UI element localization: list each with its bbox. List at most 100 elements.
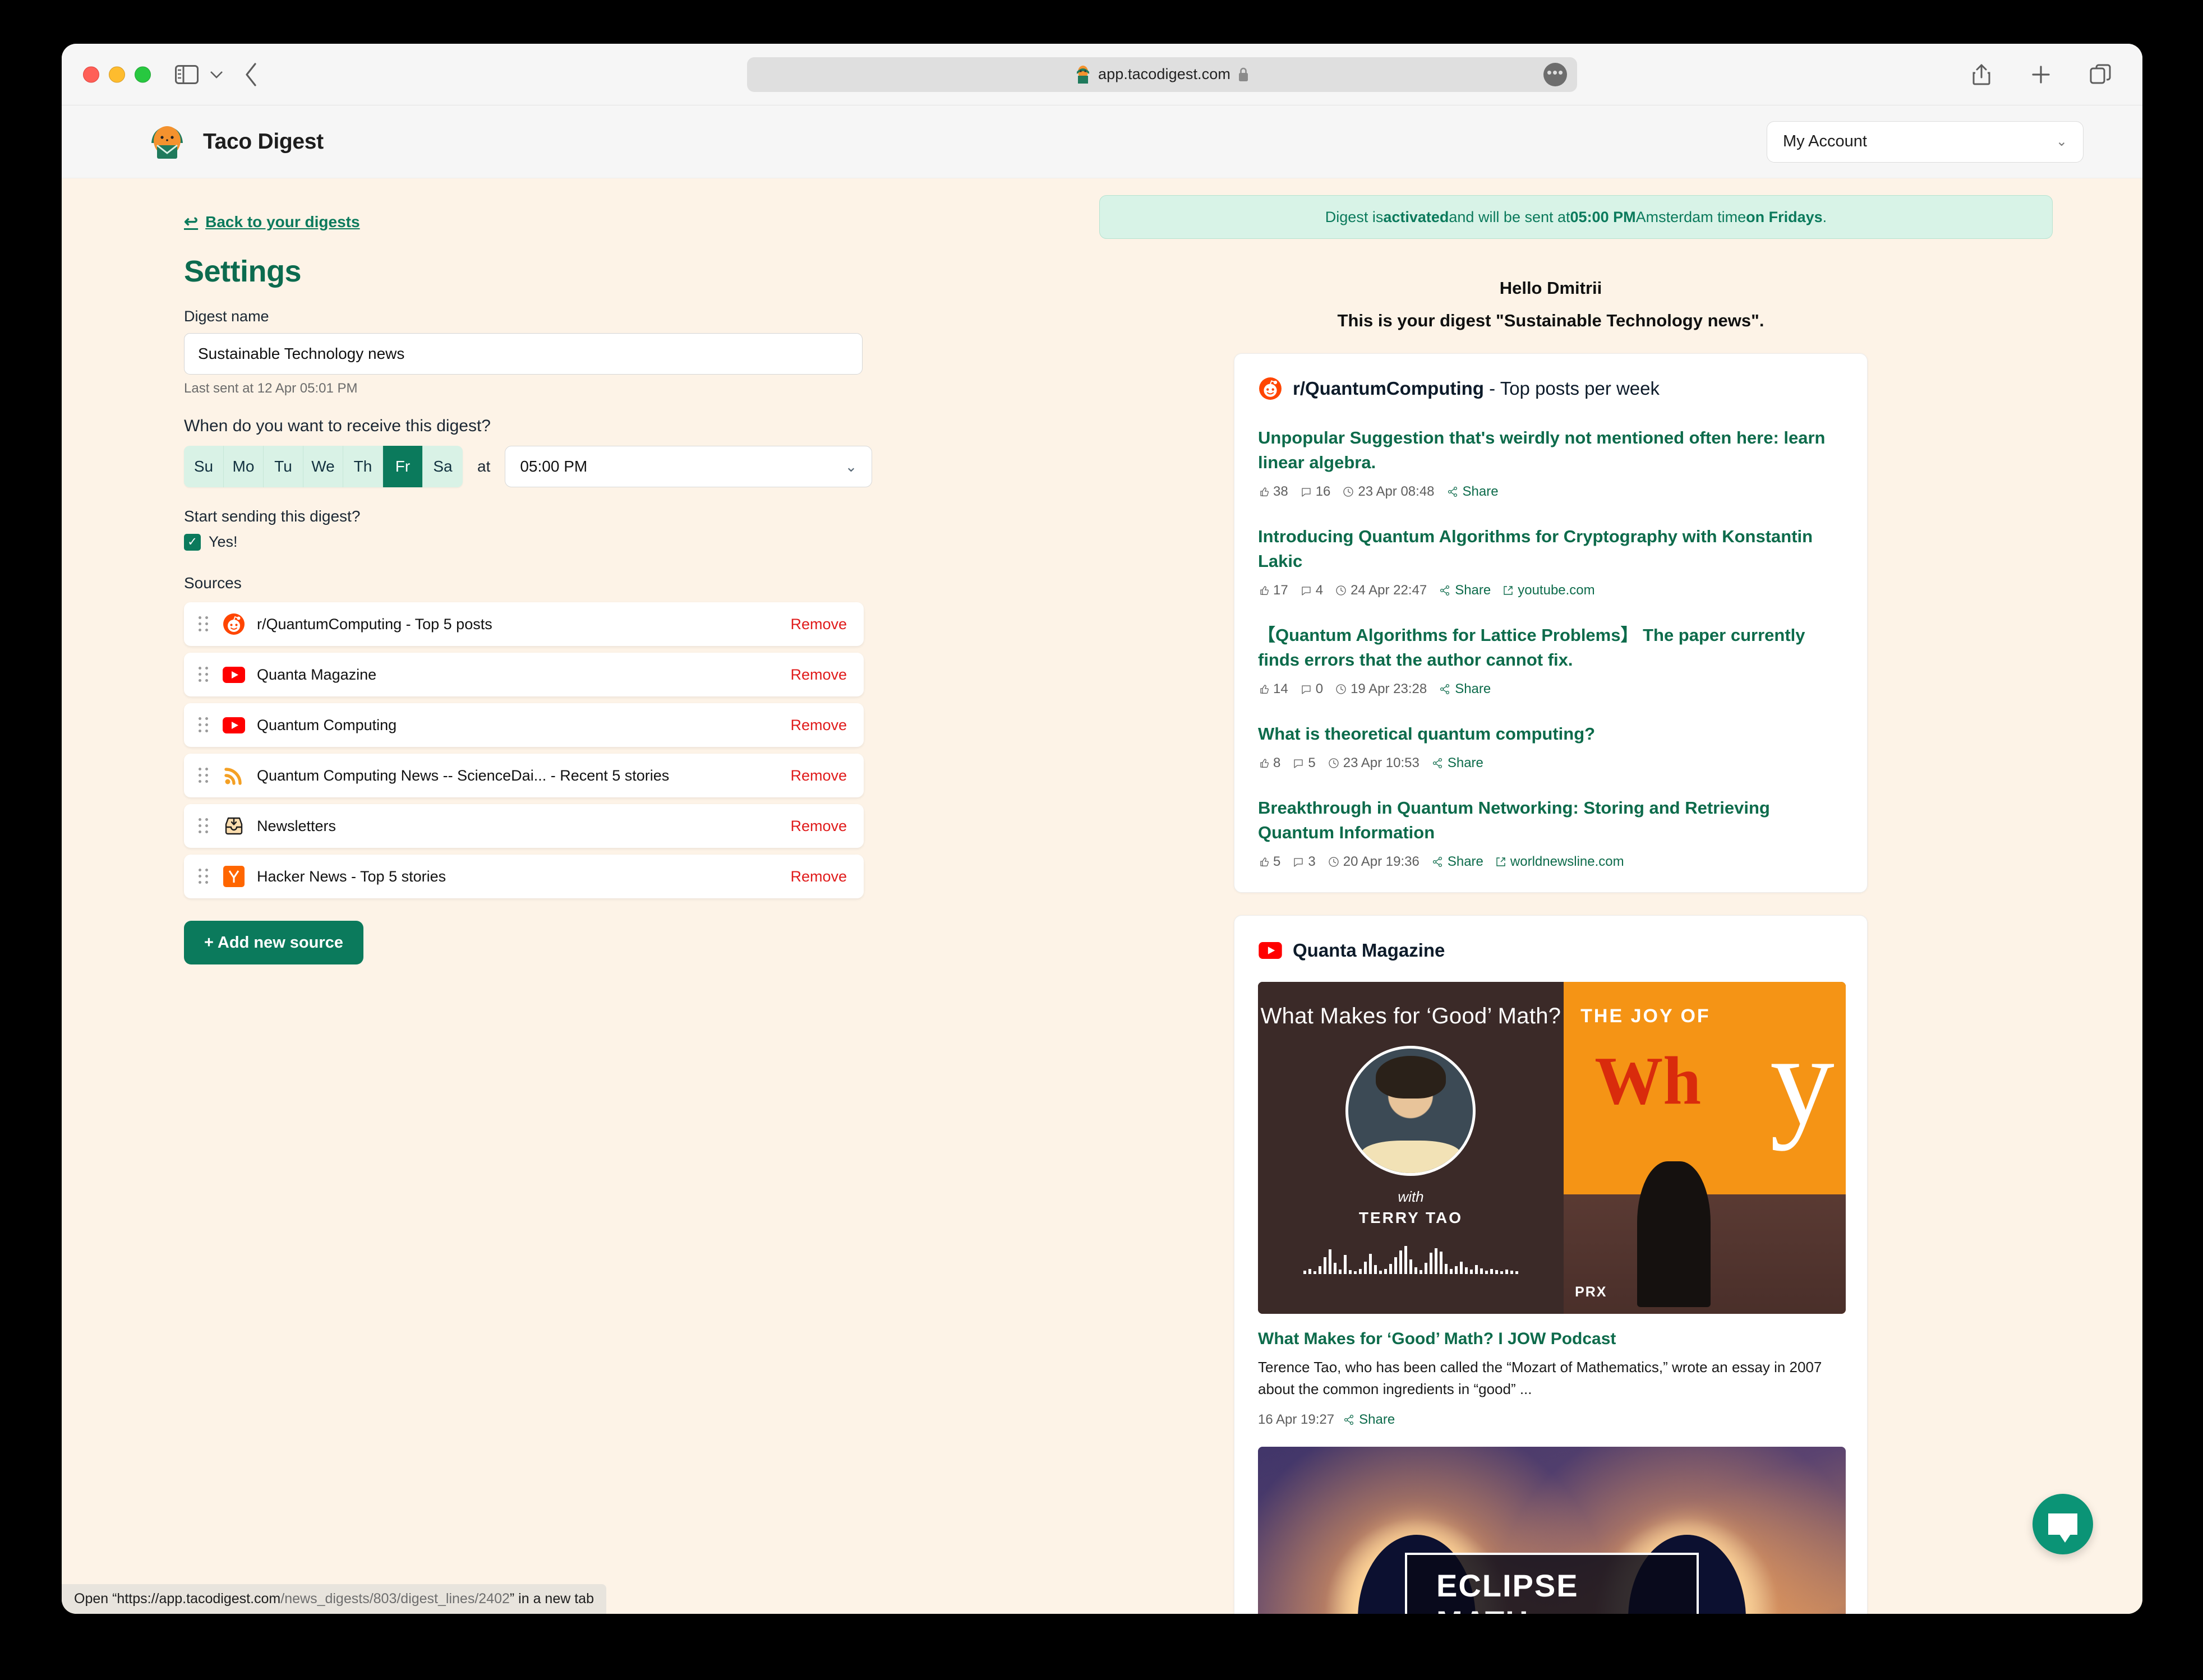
source-domain-link[interactable]: worldnewsline.com	[1496, 854, 1624, 870]
remove-source-button[interactable]: Remove	[790, 616, 847, 633]
banner-suffix: .	[1822, 208, 1827, 225]
minimize-window-button[interactable]	[109, 66, 125, 82]
ellipsis-icon[interactable]: •••	[1543, 62, 1567, 86]
reddit-post[interactable]: 【Quantum Algorithms for Lattice Problems…	[1258, 623, 1843, 697]
comment-icon	[1302, 488, 1311, 497]
conductor-silhouette	[1637, 1161, 1711, 1308]
post-time: 24 Apr 22:47	[1335, 583, 1427, 598]
drag-handle-icon[interactable]	[199, 866, 211, 887]
brand[interactable]: Taco Digest	[146, 121, 324, 163]
post-meta: 38 16 23 Apr 08:48 Share	[1258, 484, 1843, 500]
close-window-button[interactable]	[83, 66, 99, 82]
add-new-source-button[interactable]: + Add new source	[184, 921, 363, 964]
chat-bubble-button[interactable]	[2033, 1494, 2093, 1554]
sidebar-toggle-icon[interactable]	[174, 63, 200, 86]
drag-handle-icon[interactable]	[199, 715, 211, 735]
reddit-icon	[222, 612, 246, 636]
clock-icon	[1336, 585, 1346, 596]
day-button-tu[interactable]: Tu	[264, 446, 303, 487]
share-icon[interactable]	[1969, 62, 1994, 87]
start-sending-checkbox[interactable]: ✓	[184, 533, 201, 551]
start-sending-row[interactable]: ✓ Yes!	[184, 533, 1088, 551]
video-title[interactable]: What Makes for ‘Good’ Math? I JOW Podcas…	[1258, 1330, 1843, 1349]
back-to-digests-link[interactable]: ↩ Back to your digests	[184, 212, 360, 232]
digest-name-input[interactable]	[184, 333, 863, 375]
back-chevron-icon[interactable]	[241, 62, 261, 86]
time-dropdown[interactable]: 05:00 PM ⌄	[505, 446, 873, 487]
brand-name: Taco Digest	[203, 129, 324, 154]
page-body: ↩ Back to your digests Settings Digest n…	[62, 178, 2142, 1614]
post-meta: 8 5 23 Apr 10:53 Share	[1258, 755, 1843, 771]
drag-handle-icon[interactable]	[199, 614, 211, 634]
day-button-sa[interactable]: Sa	[423, 446, 463, 487]
source-row[interactable]: Quanta Magazine Remove	[184, 653, 864, 696]
address-bar[interactable]: app.tacodigest.com •••	[747, 57, 1577, 92]
post-time: 23 Apr 10:53	[1328, 755, 1419, 771]
drag-handle-icon[interactable]	[199, 765, 211, 786]
return-arrow-icon: ↩	[184, 213, 199, 231]
drag-handle-icon[interactable]	[199, 664, 211, 685]
video-thumbnail-eclipse[interactable]: ECLIPSE MATH	[1258, 1447, 1846, 1614]
plus-icon[interactable]	[2028, 62, 2054, 87]
remove-source-button[interactable]: Remove	[790, 767, 847, 784]
youtube-icon	[1258, 938, 1283, 963]
day-button-we[interactable]: We	[303, 446, 343, 487]
maximize-window-button[interactable]	[135, 66, 151, 82]
taco-mascot-logo	[151, 126, 183, 159]
source-row[interactable]: Quantum Computing Remove	[184, 703, 864, 747]
post-title[interactable]: 【Quantum Algorithms for Lattice Problems…	[1258, 623, 1843, 672]
share-button[interactable]: Share	[1432, 854, 1483, 870]
day-button-fr[interactable]: Fr	[383, 446, 423, 487]
remove-source-button[interactable]: Remove	[790, 868, 847, 885]
share-button[interactable]: Share	[1439, 681, 1491, 697]
remove-source-button[interactable]: Remove	[790, 818, 847, 835]
schedule-row: Su Mo Tu We Th Fr Sa at 05:00 PM ⌄	[184, 446, 1088, 487]
source-domain-link[interactable]: youtube.com	[1503, 583, 1595, 598]
day-selector[interactable]: Su Mo Tu We Th Fr Sa	[184, 446, 463, 487]
reddit-icon	[1258, 376, 1283, 401]
reddit-post[interactable]: Breakthrough in Quantum Networking: Stor…	[1258, 796, 1843, 870]
account-dropdown[interactable]: My Account ⌄	[1767, 121, 2084, 163]
post-meta: 14 0 19 Apr 23:28 Share	[1258, 681, 1843, 697]
day-button-th[interactable]: Th	[343, 446, 383, 487]
post-title[interactable]: Unpopular Suggestion that's weirdly not …	[1258, 426, 1843, 475]
source-row[interactable]: Quantum Computing News -- ScienceDai... …	[184, 754, 864, 797]
reddit-post[interactable]: Introducing Quantum Algorithms for Crypt…	[1258, 524, 1843, 598]
day-button-su[interactable]: Su	[184, 446, 224, 487]
tab-overview-icon[interactable]	[2087, 62, 2113, 87]
chevron-down-icon[interactable]	[209, 67, 224, 82]
toolbar-right-actions	[1969, 62, 2113, 87]
post-title[interactable]: What is theoretical quantum computing?	[1258, 722, 1843, 746]
source-row[interactable]: Newsletters Remove	[184, 804, 864, 848]
share-icon	[1440, 684, 1450, 695]
source-label: Quanta Magazine	[257, 666, 377, 683]
reddit-post[interactable]: Unpopular Suggestion that's weirdly not …	[1258, 426, 1843, 500]
source-row[interactable]: r/QuantumComputing - Top 5 posts Remove	[184, 602, 864, 646]
video-thumbnail[interactable]: What Makes for ‘Good’ Math? with TERRY T…	[1258, 982, 1846, 1314]
day-button-mo[interactable]: Mo	[224, 446, 264, 487]
thumbs-up-icon	[1260, 857, 1269, 867]
podcast-why-wh: Wh	[1594, 1042, 1702, 1119]
app-header: Taco Digest My Account ⌄	[62, 105, 2142, 178]
share-button[interactable]: Share	[1439, 583, 1491, 598]
banner-prefix: Digest is	[1325, 208, 1384, 225]
post-title[interactable]: Breakthrough in Quantum Networking: Stor…	[1258, 796, 1843, 845]
account-label: My Account	[1783, 132, 1867, 150]
share-button[interactable]: Share	[1343, 1412, 1395, 1428]
remove-source-button[interactable]: Remove	[790, 666, 847, 684]
start-sending-label: Start sending this digest?	[184, 507, 361, 525]
guest-avatar	[1345, 1046, 1476, 1176]
card-title: r/QuantumComputing - Top posts per week	[1293, 378, 1660, 399]
share-icon	[1448, 486, 1457, 497]
card-header: r/QuantumComputing - Top posts per week	[1258, 376, 1843, 401]
share-button[interactable]: Share	[1432, 755, 1483, 771]
drag-handle-icon[interactable]	[199, 816, 211, 836]
share-button[interactable]: Share	[1447, 484, 1499, 500]
digest-card-quanta: Quanta Magazine What Makes for ‘Good’ Ma…	[1234, 915, 1868, 1614]
remove-source-button[interactable]: Remove	[790, 717, 847, 734]
source-row[interactable]: Hacker News - Top 5 stories Remove	[184, 855, 864, 898]
share-icon	[1432, 857, 1442, 867]
post-meta: 5 3 20 Apr 19:36 Share worldnewsline.com	[1258, 854, 1843, 870]
reddit-post[interactable]: What is theoretical quantum computing? 8…	[1258, 722, 1843, 771]
post-title[interactable]: Introducing Quantum Algorithms for Crypt…	[1258, 524, 1843, 574]
